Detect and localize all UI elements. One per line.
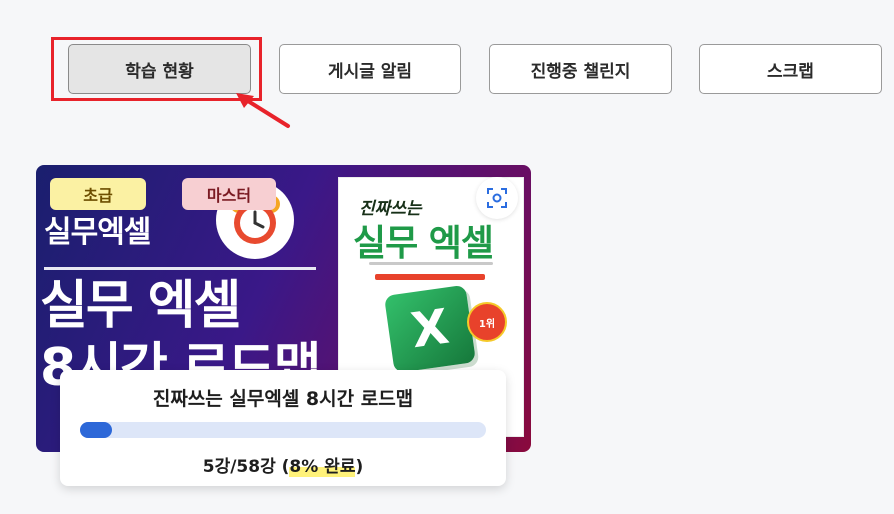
progress-percent: 8% 완료 bbox=[289, 457, 356, 477]
rank-badge: 1위 bbox=[467, 302, 507, 342]
progress-card[interactable]: 진짜쓰는 실무엑셀 8시간 로드맵 5강/58강 (8% 완료) bbox=[60, 370, 506, 486]
book-text-line bbox=[369, 262, 493, 265]
excel-icon: X bbox=[383, 284, 477, 374]
progress-bar-fill bbox=[80, 422, 113, 438]
tab-scrap[interactable]: 스크랩 bbox=[699, 44, 882, 94]
course-title: 진짜쓰는 실무엑셀 8시간 로드맵 bbox=[152, 388, 414, 410]
level-badge: 초급 bbox=[50, 178, 146, 210]
progress-bar bbox=[80, 422, 486, 438]
thumbnail-divider bbox=[44, 267, 316, 270]
scan-icon[interactable] bbox=[476, 177, 518, 219]
tab-post-notifications[interactable]: 게시글 알림 bbox=[279, 44, 461, 94]
tab-ongoing-challenges[interactable]: 진행중 챌린지 bbox=[489, 44, 672, 94]
annotation-arrow-icon bbox=[236, 93, 290, 128]
book-title: 실무 엑셀 bbox=[353, 223, 494, 264]
master-badge: 마스터 bbox=[182, 178, 276, 210]
progress-text: 5강/58강 (8% 완료) bbox=[202, 457, 364, 477]
book-red-strip bbox=[375, 274, 485, 280]
